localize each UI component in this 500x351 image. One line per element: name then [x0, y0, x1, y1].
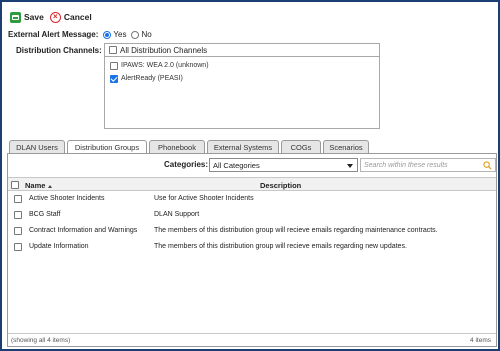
external-alert-row: External Alert Message: Yes No	[8, 30, 152, 39]
showing-count-text: (showing all 4 items)	[11, 337, 71, 344]
dialog-frame: Save × Cancel External Alert Message: Ye…	[0, 0, 500, 351]
tab-dlan-users[interactable]: DLAN Users	[9, 140, 65, 153]
channel-label: IPAWS: WEA 2.0 (unknown)	[121, 62, 209, 69]
cancel-label: Cancel	[63, 12, 92, 22]
external-alert-label: External Alert Message:	[8, 30, 99, 39]
row-description: Use for Active Shooter Incidents	[154, 195, 254, 202]
select-all-checkbox[interactable]	[11, 181, 19, 189]
row-description: The members of this distribution group w…	[154, 227, 438, 234]
save-button[interactable]: Save	[10, 11, 44, 23]
column-name-label: Name	[25, 181, 46, 190]
search-input[interactable]: Search within these results	[360, 158, 496, 172]
all-channels-checkbox-row[interactable]: All Distribution Channels	[105, 44, 379, 57]
row-checkbox[interactable]	[14, 243, 22, 251]
row-checkbox[interactable]	[14, 195, 22, 203]
search-placeholder: Search within these results	[364, 161, 448, 169]
item-count-text: 4 items	[470, 337, 491, 344]
save-icon	[10, 11, 21, 23]
distribution-channels-label: Distribution Channels:	[16, 46, 102, 55]
column-name-header[interactable]: Name	[25, 181, 53, 190]
alert-yes-radio[interactable]: Yes	[103, 30, 126, 39]
sort-ascending-icon	[48, 184, 53, 188]
channel-checkbox[interactable]	[110, 61, 118, 70]
categories-select[interactable]: All Categories	[209, 158, 358, 172]
all-channels-label: All Distribution Channels	[120, 45, 208, 55]
alert-no-radio[interactable]: No	[131, 30, 152, 39]
tab-distribution-groups[interactable]: Distribution Groups	[67, 140, 147, 154]
chevron-down-icon	[347, 164, 353, 168]
column-description-header[interactable]: Description	[260, 181, 301, 190]
categories-value: All Categories	[213, 160, 260, 170]
tab-panel: Categories: All Categories Search within…	[7, 153, 497, 347]
channel-item-alertready[interactable]: AlertReady (PEASI)	[105, 72, 379, 85]
row-name: Update Information	[29, 243, 89, 250]
save-label: Save	[24, 12, 44, 22]
groups-table: Name Description Active Shooter Incident…	[8, 177, 496, 255]
table-row[interactable]: BCG Staff DLAN Support	[8, 207, 496, 223]
row-name: Active Shooter Incidents	[29, 195, 105, 202]
tab-bar: DLAN Users Distribution Groups Phonebook…	[9, 140, 371, 154]
tab-cogs[interactable]: COGs	[281, 140, 321, 153]
table-footer: (showing all 4 items) 4 items	[8, 333, 496, 346]
categories-label: Categories:	[164, 160, 209, 169]
cancel-icon: ×	[49, 11, 61, 23]
tab-scenarios[interactable]: Scenarios	[323, 140, 369, 153]
row-description: The members of this distribution group w…	[154, 243, 407, 250]
radio-selected-icon	[103, 30, 112, 39]
alert-no-label: No	[141, 30, 152, 39]
row-description: DLAN Support	[154, 211, 200, 218]
tab-phonebook[interactable]: Phonebook	[149, 140, 205, 153]
alert-yes-label: Yes	[113, 30, 127, 39]
toolbar: Save × Cancel	[10, 10, 98, 24]
table-row[interactable]: Update Information The members of this d…	[8, 239, 496, 255]
radio-unselected-icon	[131, 30, 140, 39]
table-row[interactable]: Active Shooter Incidents Use for Active …	[8, 191, 496, 207]
channel-label: AlertReady (PEASI)	[121, 75, 183, 82]
distribution-channels-list: All Distribution Channels IPAWS: WEA 2.0…	[104, 43, 380, 129]
row-checkbox[interactable]	[14, 227, 22, 235]
channel-checkbox-checked[interactable]	[110, 74, 118, 83]
search-icon[interactable]	[483, 161, 492, 170]
row-checkbox[interactable]	[14, 211, 22, 219]
row-name: BCG Staff	[29, 211, 61, 218]
row-name: Contract Information and Warnings	[29, 227, 138, 234]
channel-item-ipaws[interactable]: IPAWS: WEA 2.0 (unknown)	[105, 59, 379, 72]
table-row[interactable]: Contract Information and Warnings The me…	[8, 223, 496, 239]
filter-row: Categories: All Categories Search within…	[8, 158, 496, 172]
all-channels-checkbox[interactable]	[109, 46, 117, 54]
tab-external-systems[interactable]: External Systems	[207, 140, 279, 153]
table-header: Name Description	[8, 177, 496, 191]
cancel-button[interactable]: × Cancel	[49, 11, 92, 23]
